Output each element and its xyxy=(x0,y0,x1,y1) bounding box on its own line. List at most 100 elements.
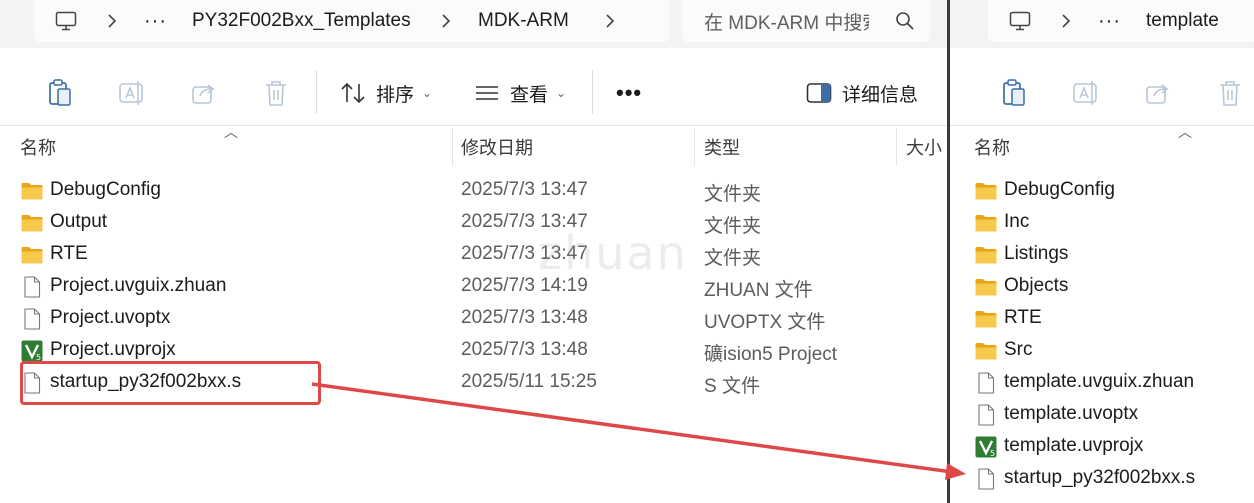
file-row[interactable]: Src xyxy=(950,335,1254,367)
file-name: template.uvoptx xyxy=(1004,403,1139,424)
file-row[interactable]: template.uvprojx xyxy=(950,431,1254,463)
delete-icon[interactable] xyxy=(262,76,290,110)
sort-button[interactable]: 排序 ⌄ xyxy=(340,76,432,110)
file-icon xyxy=(20,307,44,331)
paste-icon[interactable] xyxy=(46,76,74,110)
column-header-type[interactable]: 类型 xyxy=(704,134,740,160)
details-pane-button[interactable]: 详细信息 xyxy=(806,76,918,110)
paste-icon[interactable] xyxy=(1000,76,1028,110)
file-name: template.uvguix.zhuan xyxy=(1004,371,1195,392)
address-bar[interactable]: ··· PY32F002Bxx_Templates MDK-ARM xyxy=(34,0,669,42)
file-date: 2025/7/3 14:19 xyxy=(461,275,588,296)
file-row[interactable]: template.uvoptx xyxy=(950,399,1254,431)
column-header-name[interactable]: 名称 xyxy=(20,134,56,160)
details-pane-icon xyxy=(806,83,832,103)
file-name: DebugConfig xyxy=(50,179,161,200)
delete-icon[interactable] xyxy=(1216,76,1244,110)
file-row[interactable]: Inc xyxy=(950,207,1254,239)
file-name: Inc xyxy=(1004,211,1030,232)
file-row[interactable]: RTE 2025/7/3 13:47 文件夹 xyxy=(0,239,947,271)
file-name: RTE xyxy=(1004,307,1042,328)
file-name: template.uvprojx xyxy=(1004,435,1144,456)
file-row[interactable]: startup_py32f002bxx.s 2025/5/11 15:25 S … xyxy=(0,367,947,399)
share-icon[interactable] xyxy=(190,76,218,110)
file-icon xyxy=(974,403,998,427)
file-icon xyxy=(974,371,998,395)
view-button[interactable]: 查看 ⌄ xyxy=(474,76,566,110)
file-type: 文件夹 xyxy=(704,184,762,205)
file-icon xyxy=(20,371,44,395)
column-divider[interactable] xyxy=(896,128,897,166)
search-box[interactable]: 在 MDK-ARM 中搜索 xyxy=(682,0,930,42)
right-explorer-window: ··· template ︿ 名称 DebugConfig Inc Listin… xyxy=(950,0,1254,503)
search-input[interactable]: 在 MDK-ARM 中搜索 xyxy=(704,8,869,35)
column-header-date[interactable]: 修改日期 xyxy=(461,134,533,160)
sort-ascending-icon: ︿ xyxy=(224,124,238,140)
hidden-crumbs-button[interactable]: ··· xyxy=(1098,8,1121,34)
folder-icon xyxy=(974,179,998,203)
sort-label: 排序 xyxy=(376,84,415,106)
file-name: Listings xyxy=(1004,243,1069,264)
column-headers: ︿ 名称 修改日期 类型 大小 xyxy=(0,124,947,168)
column-headers: ︿ 名称 xyxy=(950,124,1254,168)
folder-icon xyxy=(974,243,998,267)
file-row[interactable]: DebugConfig 2025/7/3 13:47 文件夹 xyxy=(0,175,947,207)
file-type: UVOPTX 文件 xyxy=(704,312,826,333)
breadcrumb-item[interactable]: PY32F002Bxx_Templates xyxy=(192,8,411,34)
breadcrumb-item[interactable]: MDK-ARM xyxy=(478,8,569,34)
chevron-right-icon[interactable] xyxy=(596,8,624,34)
details-label: 详细信息 xyxy=(842,84,919,106)
rename-icon[interactable] xyxy=(1072,76,1100,110)
folder-icon xyxy=(20,179,44,203)
file-name: Project.uvoptx xyxy=(50,307,171,328)
address-strip: ··· PY32F002Bxx_Templates MDK-ARM 在 MDK-… xyxy=(0,0,947,48)
file-row[interactable]: Objects xyxy=(950,271,1254,303)
file-row[interactable]: startup_py32f002bxx.s xyxy=(950,463,1254,495)
this-pc-icon[interactable] xyxy=(52,8,80,34)
breadcrumb-item[interactable]: template xyxy=(1146,8,1219,34)
file-icon xyxy=(974,467,998,491)
file-icon xyxy=(20,275,44,299)
column-header-size[interactable]: 大小 xyxy=(906,134,942,160)
file-row[interactable]: Project.uvguix.zhuan 2025/7/3 14:19 ZHUA… xyxy=(0,271,947,303)
keil-project-icon xyxy=(20,339,44,363)
file-row[interactable]: Project.uvprojx 2025/7/3 13:48 礦ision5 P… xyxy=(0,335,947,367)
column-divider[interactable] xyxy=(452,128,453,166)
view-label: 查看 xyxy=(510,84,549,106)
file-row[interactable]: Output 2025/7/3 13:47 文件夹 xyxy=(0,207,947,239)
chevron-down-icon: ⌄ xyxy=(422,86,433,100)
file-type: ZHUAN 文件 xyxy=(704,280,813,301)
file-row[interactable]: DebugConfig xyxy=(950,175,1254,207)
toolbar-separator xyxy=(592,70,593,114)
chevron-right-icon[interactable] xyxy=(1052,8,1080,34)
file-name: Src xyxy=(1004,339,1033,360)
left-explorer-window: ··· PY32F002Bxx_Templates MDK-ARM 在 MDK-… xyxy=(0,0,947,503)
file-name: DebugConfig xyxy=(1004,179,1115,200)
file-name: Objects xyxy=(1004,275,1069,296)
rename-icon[interactable] xyxy=(118,76,146,110)
folder-icon xyxy=(20,211,44,235)
file-date: 2025/7/3 13:48 xyxy=(461,307,588,328)
file-type: 礦ision5 Project xyxy=(704,344,838,365)
search-icon[interactable] xyxy=(894,10,916,32)
file-row[interactable]: Project.uvoptx 2025/7/3 13:48 UVOPTX 文件 xyxy=(0,303,947,335)
hidden-crumbs-button[interactable]: ··· xyxy=(144,8,167,34)
file-row[interactable]: template.uvguix.zhuan xyxy=(950,367,1254,399)
column-header-name[interactable]: 名称 xyxy=(974,134,1010,160)
column-divider[interactable] xyxy=(694,128,695,166)
sort-icon xyxy=(341,82,365,104)
address-bar[interactable]: ··· template xyxy=(988,0,1254,42)
chevron-right-icon[interactable] xyxy=(98,8,126,34)
chevron-right-icon[interactable] xyxy=(432,8,460,34)
file-row[interactable]: RTE xyxy=(950,303,1254,335)
address-strip: ··· template xyxy=(950,0,1254,48)
this-pc-icon[interactable] xyxy=(1006,8,1034,34)
file-date: 2025/7/3 13:47 xyxy=(461,243,588,264)
command-bar xyxy=(950,56,1254,126)
file-row[interactable]: Listings xyxy=(950,239,1254,271)
file-type: 文件夹 xyxy=(704,216,762,237)
file-name: Project.uvprojx xyxy=(50,339,176,360)
folder-icon xyxy=(974,339,998,363)
share-icon[interactable] xyxy=(1144,76,1172,110)
more-options-button[interactable]: ••• xyxy=(616,76,642,110)
